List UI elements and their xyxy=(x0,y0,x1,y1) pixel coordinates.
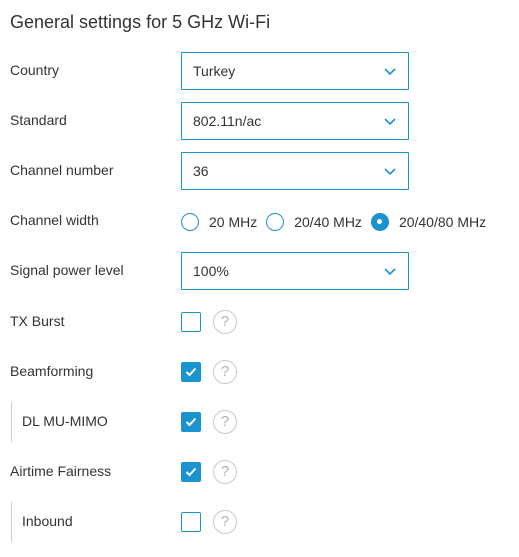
standard-value: 802.11n/ac xyxy=(193,113,262,129)
chevron-down-icon xyxy=(384,268,396,276)
inbound-checkbox[interactable] xyxy=(181,512,201,532)
signal-power-value: 100% xyxy=(193,263,229,279)
signal-power-select[interactable]: 100% xyxy=(181,252,409,290)
country-value: Turkey xyxy=(193,63,236,79)
checkmark-icon xyxy=(185,417,197,427)
help-icon[interactable]: ? xyxy=(213,310,237,334)
radio-label: 20/40/80 MHz xyxy=(398,214,487,230)
channel-number-value: 36 xyxy=(193,163,209,179)
tx-burst-checkbox[interactable] xyxy=(181,312,201,332)
help-icon[interactable]: ? xyxy=(213,510,237,534)
channel-width-radio-group: 20 MHz 20/40 MHz 20/40/80 MHz xyxy=(181,210,495,234)
dl-mu-mimo-checkbox[interactable] xyxy=(181,412,201,432)
chevron-down-icon xyxy=(384,118,396,126)
channel-number-select[interactable]: 36 xyxy=(181,152,409,190)
airtime-fairness-checkbox[interactable] xyxy=(181,462,201,482)
standard-label: Standard xyxy=(10,112,67,128)
signal-power-label: Signal power level xyxy=(10,262,124,278)
help-icon[interactable]: ? xyxy=(213,360,237,384)
airtime-fairness-label: Airtime Fairness xyxy=(10,463,112,479)
standard-select[interactable]: 802.11n/ac xyxy=(181,102,409,140)
indent-divider xyxy=(11,502,12,542)
country-select[interactable]: Turkey xyxy=(181,52,409,90)
dl-mu-mimo-label: DL MU-MIMO xyxy=(22,413,108,429)
checkmark-icon xyxy=(185,367,197,377)
radio-circle-selected[interactable] xyxy=(370,213,389,231)
help-icon[interactable]: ? xyxy=(213,460,237,484)
chevron-down-icon xyxy=(384,168,396,176)
channel-width-label: Channel width xyxy=(10,212,99,228)
radio-20-40mhz[interactable]: 20/40 MHz xyxy=(266,213,362,231)
page-title: General settings for 5 GHz Wi-Fi xyxy=(10,12,271,32)
radio-label: 20 MHz xyxy=(209,214,258,230)
indent-divider xyxy=(11,402,12,442)
help-icon[interactable]: ? xyxy=(213,410,237,434)
radio-circle[interactable] xyxy=(181,213,199,231)
inbound-label: Inbound xyxy=(22,513,73,529)
radio-circle[interactable] xyxy=(266,213,285,231)
country-label: Country xyxy=(10,62,60,78)
radio-20-40-80mhz[interactable]: 20/40/80 MHz xyxy=(370,213,487,231)
checkmark-icon xyxy=(185,467,197,477)
channel-number-label: Channel number xyxy=(10,162,114,178)
radio-20mhz[interactable]: 20 MHz xyxy=(181,213,257,231)
radio-label: 20/40 MHz xyxy=(294,214,362,230)
beamforming-checkbox[interactable] xyxy=(181,362,201,382)
chevron-down-icon xyxy=(384,68,396,76)
beamforming-label: Beamforming xyxy=(10,363,94,379)
tx-burst-label: TX Burst xyxy=(10,313,65,329)
